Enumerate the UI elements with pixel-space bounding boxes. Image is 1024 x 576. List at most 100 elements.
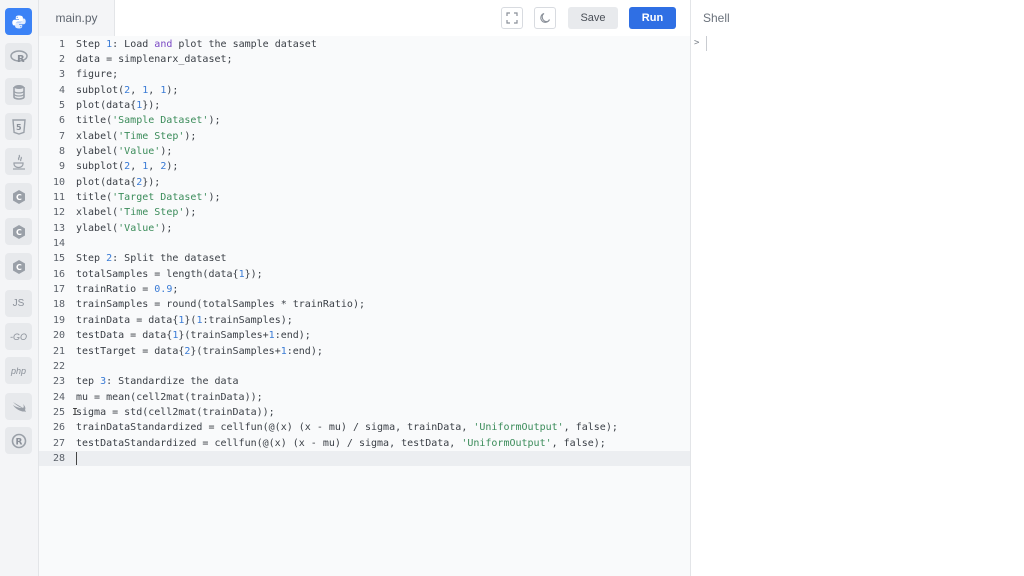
code-token: Step [76,253,107,265]
database-icon[interactable] [5,78,32,105]
code-token: testData = data{ [76,330,173,342]
svg-text:C: C [16,263,22,272]
code-line[interactable]: 5 plot(data{1}); [39,98,690,113]
code-line[interactable]: 18 trainSamples = round(totalSamples * tr… [39,297,690,312]
code-token: 'UniformOutput' [461,437,552,449]
code-text: testDataStandardized = cellfun(@(x) (x -… [76,436,606,451]
line-number: 23 [52,376,65,388]
line-number: 12 [52,207,65,219]
code-line[interactable]: 27 testDataStandardized = cellfun(@(x) (x… [39,436,690,451]
code-token: testTarget = data{ [76,345,185,357]
code-token: ); [184,207,197,219]
code-line[interactable]: 9 subplot(2, 1, 2); [39,159,690,174]
line-number: 10 [52,176,65,188]
php-icon[interactable]: php [5,357,32,384]
code-text: xlabel('Time Step'); [76,205,196,220]
code-token: ); [208,192,221,203]
code-text: totalSamples = length(data{1}); [76,267,263,282]
code-line[interactable]: 17 trainRatio = 0.9; [39,282,690,297]
code-token: trainDataStandardized = cellfun(@(x) (x … [76,422,474,434]
code-line[interactable]: 21 testTarget = data{2}(trainSamples+1:en… [39,344,690,359]
code-token: : Standardize the data [106,376,239,388]
run-button[interactable]: Run [629,7,676,29]
code-line[interactable]: 12 xlabel('Time Step'); [39,205,690,220]
code-line[interactable]: 8 ylabel('Value'); [39,144,690,159]
file-tab[interactable]: main.py [39,0,115,36]
svg-text:5: 5 [16,123,22,132]
code-line[interactable]: 2 data = simplenarx_dataset; [39,52,690,67]
rust-icon[interactable]: R [5,427,32,454]
save-button[interactable]: Save [568,7,618,29]
code-editor[interactable]: I 1 Step 1: Load and plot the sample data… [39,36,690,576]
line-number: 3 [58,69,65,81]
line-number: 26 [52,422,65,434]
code-token: ylabel( [76,222,119,234]
code-line[interactable]: 10 plot(data{2}); [39,175,690,190]
code-token: xlabel( [76,207,119,219]
c-icon[interactable]: C [5,183,32,210]
cpp-icon[interactable]: C [5,218,32,245]
line-number: 5 [58,99,65,111]
code-line[interactable]: 20 testData = data{1}(trainSamples+1:end)… [39,328,690,343]
code-line[interactable]: 11 title('Target Dataset'); [39,190,690,205]
code-line[interactable]: 14 [39,236,690,251]
code-line[interactable]: 22 [39,359,690,374]
code-line[interactable]: 28 [39,450,690,467]
code-line[interactable]: 19 trainData = data{1}(1:trainSamples); [39,313,690,328]
shell-panel[interactable]: > [691,36,1024,576]
code-line[interactable]: 24 mu = mean(cell2mat(trainData)); [39,390,690,405]
code-token: ; [172,284,179,296]
go-icon[interactable]: -GO [5,323,32,350]
code-line[interactable]: 26 trainDataStandardized = cellfun(@(x) (… [39,420,690,435]
code-token: }); [142,176,161,188]
code-token: 'UniformOutput' [473,422,564,434]
svg-text:R: R [15,437,22,447]
moon-icon[interactable] [534,7,556,29]
code-line[interactable]: 23 tep 3: Standardize the data [39,374,690,389]
code-token: ylabel( [76,145,119,157]
fullscreen-icon[interactable] [501,7,523,29]
line-number: 17 [52,284,65,296]
line-number: 16 [52,268,65,280]
java-icon[interactable] [5,148,32,175]
swift-icon[interactable] [5,393,32,420]
code-line[interactable]: 15 Step 2: Split the dataset [39,251,690,266]
code-token: :trainSamples); [202,314,293,326]
code-token: plot(data{ [76,176,137,188]
code-token: 'Time Step' [118,207,185,219]
code-text: subplot(2, 1, 2); [76,159,178,174]
code-text: plot(data{1}); [76,98,160,113]
line-number: 18 [52,299,65,311]
code-token: : Load [112,38,155,50]
r-icon[interactable]: R [5,43,32,70]
code-line[interactable]: 7 xlabel('Time Step'); [39,129,690,144]
code-text: Step 2: Split the dataset [76,251,227,266]
code-line[interactable]: 25 sigma = std(cell2mat(trainData)); [39,405,690,420]
line-number: 25 [52,406,65,418]
code-text: trainData = data{1}(1:trainSamples); [76,313,293,328]
code-line[interactable]: 13 ylabel('Value'); [39,221,690,236]
code-line[interactable]: 4 subplot(2, 1, 1); [39,83,690,98]
code-token: }(trainSamples+ [190,345,281,357]
code-token: 'Target Dataset' [112,192,209,203]
line-number: 15 [52,253,65,265]
code-line[interactable]: 6 title('Sample Dataset'); [39,113,690,128]
line-number: 20 [52,330,65,342]
html5-icon[interactable]: 5 [5,113,32,140]
code-line[interactable]: 16 totalSamples = length(data{1}); [39,267,690,282]
code-token: : Split the dataset [112,253,227,265]
code-token: }); [142,99,161,111]
code-text: trainSamples = round(totalSamples * trai… [76,297,365,312]
code-token: totalSamples = length(data{ [76,268,239,280]
code-text: mu = mean(cell2mat(trainData)); [76,390,263,405]
python-icon[interactable] [5,8,32,35]
code-line[interactable]: 1 Step 1: Load and plot the sample datase… [39,37,690,52]
code-text: ylabel('Value'); [76,221,172,236]
csharp-icon[interactable]: C [5,253,32,280]
editor-header: main.py Save Run Shell [39,0,1024,37]
javascript-icon[interactable]: JS [5,290,32,317]
code-text: title('Target Dataset'); [76,190,221,205]
code-line[interactable]: 3 figure; [39,67,690,82]
line-number: 24 [52,391,65,403]
code-token: }); [244,268,263,280]
